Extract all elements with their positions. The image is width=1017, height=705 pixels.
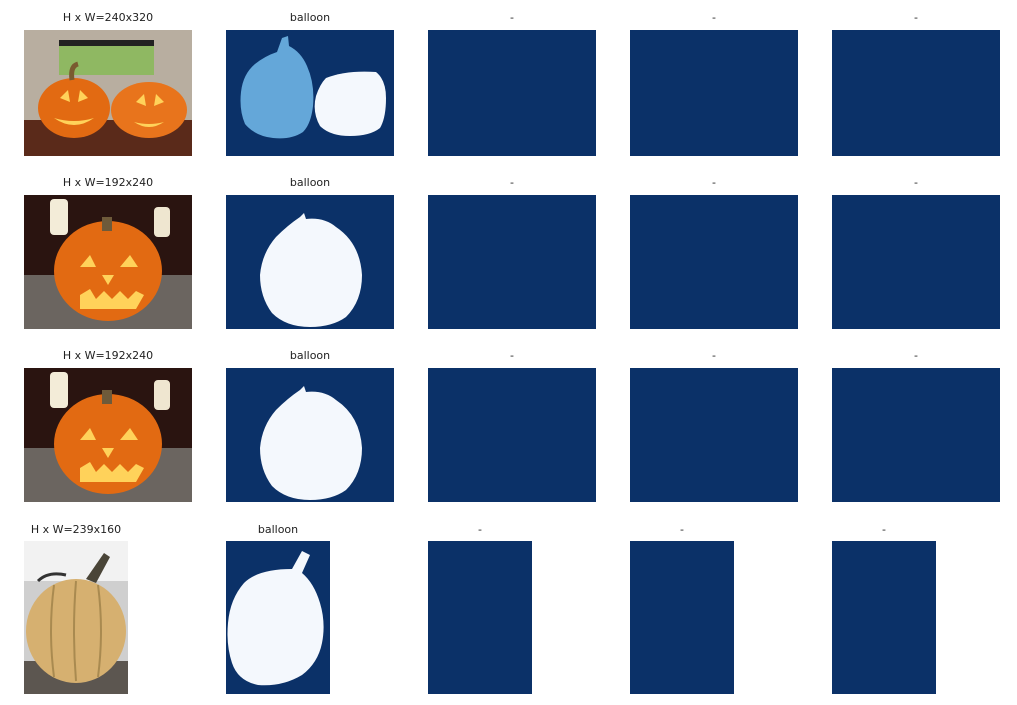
row3-mask3 (630, 368, 798, 502)
row1-mask2-title: - (510, 11, 514, 24)
row2-mask2-title: - (510, 176, 514, 189)
row2-photo-jack-o-lantern (24, 195, 192, 329)
row4-mask2-title: - (478, 523, 482, 536)
row1-mask1-title: balloon (289, 11, 331, 24)
row4-mask2 (428, 541, 532, 694)
row3-mask4-title: - (914, 349, 918, 362)
row3-photo-jack-o-lantern (24, 368, 192, 502)
row3-mask1-title: balloon (289, 349, 331, 362)
row4-image-title: H x W=239x160 (30, 523, 122, 536)
row1-mask3 (630, 30, 798, 156)
row4-mask1-title: balloon (257, 523, 299, 536)
row3-mask1 (226, 368, 394, 502)
row1-photo-two-pumpkins (24, 30, 192, 156)
row1-mask2 (428, 30, 596, 156)
row4-mask3 (630, 541, 734, 694)
row2-mask4 (832, 195, 1000, 329)
row2-image-title: H x W=192x240 (62, 176, 154, 189)
row3-mask4 (832, 368, 1000, 502)
row2-mask1-title: balloon (289, 176, 331, 189)
row2-mask3-title: - (712, 176, 716, 189)
row1-mask4-title: - (914, 11, 918, 24)
row3-image-title: H x W=192x240 (62, 349, 154, 362)
row4-mask1 (226, 541, 330, 694)
row4-mask3-title: - (680, 523, 684, 536)
row1-mask1 (226, 30, 394, 156)
row2-mask4-title: - (914, 176, 918, 189)
row2-mask1 (226, 195, 394, 329)
row4-mask4 (832, 541, 936, 694)
row2-mask2 (428, 195, 596, 329)
row3-mask2 (428, 368, 596, 502)
row3-mask3-title: - (712, 349, 716, 362)
row2-mask3 (630, 195, 798, 329)
row1-mask4 (832, 30, 1000, 156)
row4-mask4-title: - (882, 523, 886, 536)
row1-mask3-title: - (712, 11, 716, 24)
row4-photo-pale-pumpkin (24, 541, 128, 694)
row1-image-title: H x W=240x320 (62, 11, 154, 24)
row3-mask2-title: - (510, 349, 514, 362)
